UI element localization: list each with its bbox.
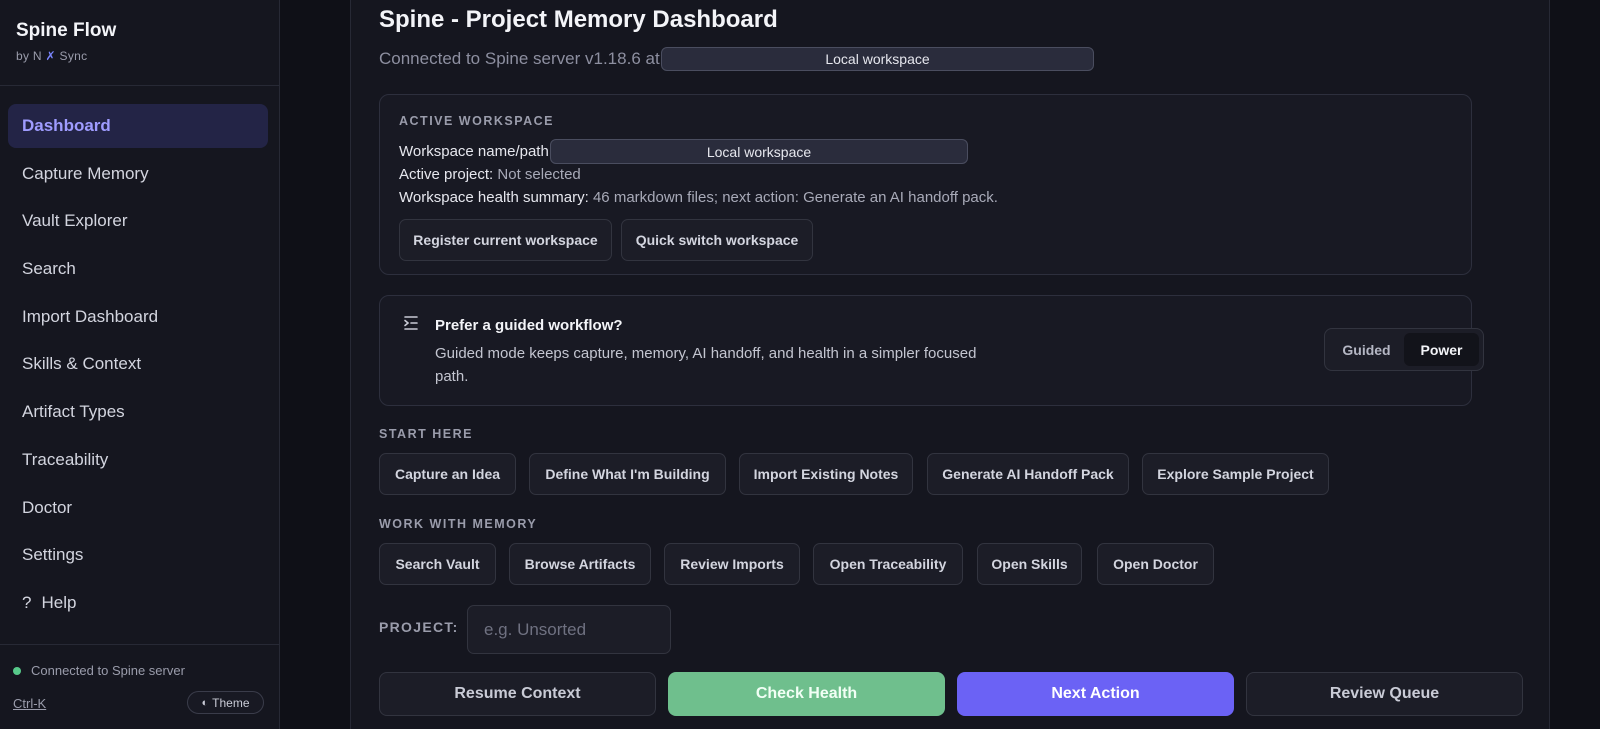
active-workspace-card: ACTIVE WORKSPACE Workspace name/path Loc… (379, 94, 1472, 275)
work-with-memory-label: WORK WITH MEMORY (379, 517, 538, 531)
check-health-button[interactable]: Check Health (668, 672, 945, 716)
page-title: Spine - Project Memory Dashboard (379, 6, 778, 33)
guided-body-line1: Guided mode keeps capture, memory, AI ha… (435, 345, 977, 362)
guided-body-line2: path. (435, 368, 469, 385)
review-queue-button[interactable]: Review Queue (1246, 672, 1523, 716)
brand-subtitle: by N ✗ Sync (16, 49, 116, 63)
capture-idea-button[interactable]: Capture an Idea (379, 453, 516, 495)
main-panel: Spine - Project Memory Dashboard Connect… (350, 0, 1550, 729)
sidebar-item-label: Artifact Types (22, 402, 125, 422)
theme-icon: ◐ (201, 696, 209, 709)
sidebar-item-label: Doctor (22, 497, 73, 517)
theme-label: Theme (212, 695, 250, 710)
sidebar-item-capture-memory[interactable]: Capture Memory (8, 152, 268, 196)
power-mode-option[interactable]: Power (1404, 333, 1479, 366)
import-notes-button[interactable]: Import Existing Notes (739, 453, 913, 495)
define-building-button[interactable]: Define What I'm Building (529, 453, 726, 495)
sidebar-item-label: Help (41, 592, 77, 612)
workspace-health-label: Workspace health summary: (399, 189, 589, 206)
project-label: PROJECT: (379, 619, 459, 635)
sidebar-item-label: Skills & Context (22, 354, 142, 374)
open-traceability-button[interactable]: Open Traceability (813, 543, 963, 585)
brand-divider (0, 85, 279, 86)
guided-workflow-card: Prefer a guided workflow? Guided mode ke… (379, 295, 1484, 406)
sidebar-item-label: Traceability (22, 449, 109, 469)
start-here-label: START HERE (379, 427, 473, 441)
sidebar-item-label: Import Dashboard (22, 306, 159, 326)
command-palette-shortcut[interactable]: Ctrl-K (13, 696, 46, 711)
sidebar-item-label: Settings (22, 545, 84, 565)
status-dot-icon (13, 666, 21, 675)
workspace-name-label: Workspace name/path (399, 143, 549, 160)
workspace-health-line: Workspace health summary: 46 markdown fi… (399, 189, 998, 206)
redacted-workspace-path: Local workspace (550, 139, 968, 164)
active-project-line: Active project: Not selected (399, 166, 581, 183)
resume-context-button[interactable]: Resume Context (379, 672, 656, 716)
open-doctor-button[interactable]: Open Doctor (1097, 543, 1214, 585)
project-input[interactable] (467, 605, 671, 654)
brand-title: Spine Flow (16, 20, 117, 41)
sidebar-item-search[interactable]: Search (8, 247, 268, 291)
review-imports-button[interactable]: Review Imports (664, 543, 800, 585)
register-workspace-button[interactable]: Register current workspace (399, 219, 612, 261)
sidebar-item-label: Dashboard (22, 116, 111, 135)
help-icon: ? (22, 592, 32, 612)
brand-sub-prefix: by N (16, 49, 42, 63)
sidebar-item-label: Vault Explorer (22, 211, 128, 231)
brand: Spine Flow by N ✗ Sync (16, 20, 116, 63)
mode-toggle: Guided Power (1324, 328, 1484, 371)
sidebar-item-traceability[interactable]: Traceability (8, 438, 268, 482)
theme-toggle-button[interactable]: ◐ Theme (187, 691, 264, 714)
active-project-value: Not selected (497, 166, 581, 183)
sidebar-item-import-dashboard[interactable]: Import Dashboard (8, 295, 268, 339)
sidebar-item-skills-context[interactable]: Skills & Context (8, 342, 268, 386)
sidebar-footer-divider (0, 644, 279, 645)
indent-icon (402, 314, 420, 332)
sidebar-item-dashboard[interactable]: Dashboard (8, 104, 268, 148)
sidebar-item-help[interactable]: ? Help (8, 581, 268, 625)
search-vault-button[interactable]: Search Vault (379, 543, 496, 585)
open-skills-button[interactable]: Open Skills (977, 543, 1082, 585)
connection-status-text: Connected to Spine server (31, 663, 185, 678)
server-connection-text: Connected to Spine server v1.18.6 at ( (379, 49, 671, 68)
connection-status: Connected to Spine server (13, 663, 185, 678)
sidebar-item-vault-explorer[interactable]: Vault Explorer (8, 199, 268, 243)
sidebar-nav: Dashboard Capture Memory Vault Explorer … (8, 104, 268, 629)
brand-sub-suffix: Sync (59, 49, 88, 63)
sidebar-item-artifact-types[interactable]: Artifact Types (8, 390, 268, 434)
brand-x-icon: ✗ (45, 49, 56, 63)
guided-mode-option[interactable]: Guided (1329, 333, 1404, 366)
generate-handoff-button[interactable]: Generate AI Handoff Pack (927, 453, 1129, 495)
sidebar-item-doctor[interactable]: Doctor (8, 486, 268, 530)
explore-sample-button[interactable]: Explore Sample Project (1142, 453, 1329, 495)
sidebar: Spine Flow by N ✗ Sync Dashboard Capture… (0, 0, 280, 729)
browse-artifacts-button[interactable]: Browse Artifacts (509, 543, 651, 585)
sidebar-item-settings[interactable]: Settings (8, 533, 268, 577)
sidebar-item-label: Search (22, 259, 76, 279)
workspace-health-value: 46 markdown files; next action: Generate… (592, 189, 998, 206)
guided-title: Prefer a guided workflow? (435, 317, 623, 334)
sidebar-item-label: Capture Memory (22, 163, 149, 183)
active-project-label: Active project: (399, 166, 494, 183)
quick-switch-workspace-button[interactable]: Quick switch workspace (621, 219, 813, 261)
next-action-button[interactable]: Next Action (957, 672, 1234, 716)
active-workspace-label: ACTIVE WORKSPACE (399, 114, 555, 128)
redacted-server-path: Local workspace (661, 47, 1094, 71)
